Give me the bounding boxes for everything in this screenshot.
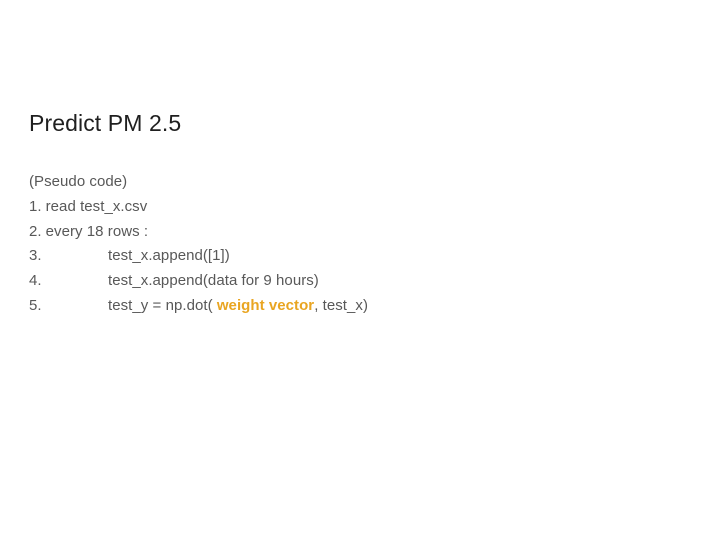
pseudo-code-line-3: 3. test_x.append([1]): [29, 244, 689, 269]
slide-canvas: Predict PM 2.5 (Pseudo code) 1. read test…: [0, 0, 720, 540]
pseudo-code-line-1: 1. read test_x.csv: [29, 195, 689, 220]
line-text-3: test_x.append([1]): [108, 247, 230, 265]
pseudo-code-line-2: 2. every 18 rows :: [29, 220, 689, 245]
line-number-1: 1.: [29, 197, 42, 215]
page-title: Predict PM 2.5: [29, 110, 182, 136]
line-text-4: test_x.append(data for 9 hours): [108, 272, 319, 290]
line-text-5-prefix: test_y = np.dot(: [108, 296, 217, 314]
pseudo-code-line-4: 4. test_x.append(data for 9 hours): [29, 269, 689, 294]
line-text-5-suffix: , test_x): [314, 296, 368, 314]
pseudo-code-header-label: (Pseudo code): [29, 173, 128, 190]
line-number-3: 3.: [29, 247, 42, 265]
pseudo-code-line-5: 5. test_y = np.dot( weight vector, test_x…: [29, 294, 689, 319]
line-number-4: 4.: [29, 272, 42, 290]
line-number-2: 2.: [29, 222, 42, 240]
line-number-5: 5.: [29, 296, 42, 314]
line-text-1: read test_x.csv: [45, 197, 148, 215]
pseudo-code-header: (Pseudo code): [29, 170, 689, 195]
line-text-2: every 18 rows :: [45, 222, 149, 240]
weight-vector-highlight: weight vector: [216, 296, 315, 314]
pseudo-code-block: (Pseudo code) 1. read test_x.csv 2. every …: [29, 170, 689, 319]
